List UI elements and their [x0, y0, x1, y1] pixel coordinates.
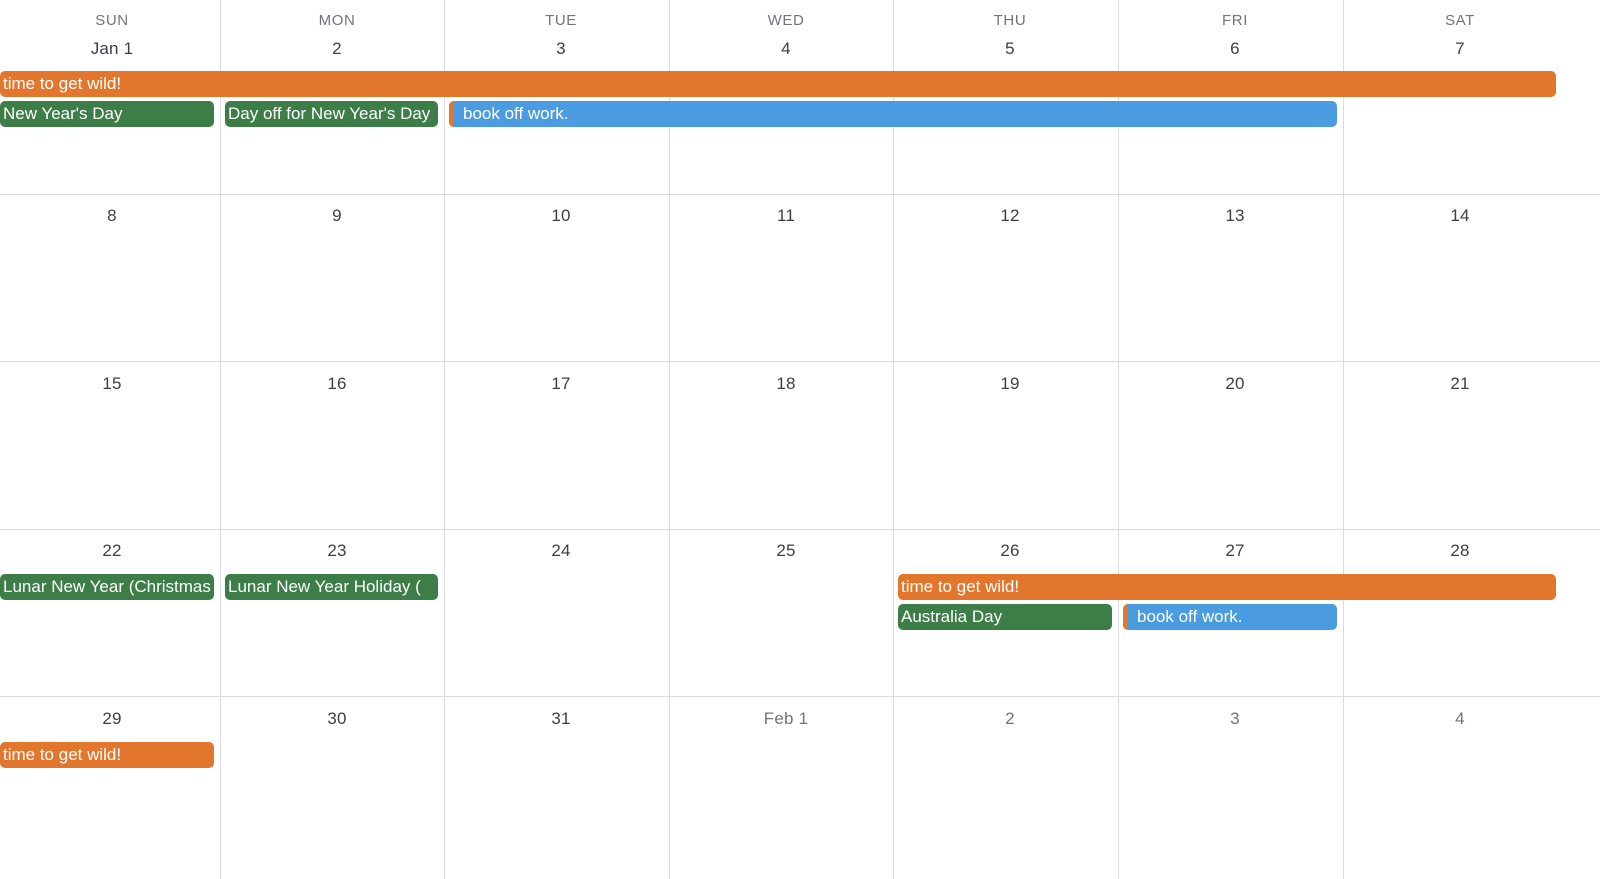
event-title: book off work. [1137, 607, 1243, 626]
day-number[interactable]: 25 [674, 541, 898, 561]
event-chip[interactable]: Lunar New Year (Christmas Island) [0, 574, 214, 600]
day-number[interactable]: 23 [225, 541, 449, 561]
weekday-header-wed: WED [767, 12, 805, 29]
weekday-header-tue: TUE [545, 12, 577, 29]
day-number[interactable]: 22 [0, 541, 224, 561]
day-number[interactable]: 17 [449, 374, 673, 394]
day-number[interactable]: 9 [225, 206, 449, 226]
event-title: Lunar New Year Holiday ( [228, 577, 421, 596]
day-number[interactable]: 11 [674, 206, 898, 226]
event-chip[interactable]: time to get wild! [0, 71, 1556, 97]
row-divider [0, 361, 1600, 362]
event-chip[interactable]: time to get wild! [898, 574, 1556, 600]
day-number[interactable]: 21 [1348, 374, 1572, 394]
day-number[interactable]: 31 [449, 709, 673, 729]
day-number[interactable]: Jan 1 [0, 39, 224, 59]
day-number[interactable]: 16 [225, 374, 449, 394]
day-number[interactable]: Feb 1 [674, 709, 898, 729]
row-divider [0, 194, 1600, 195]
event-chip[interactable]: Australia Day [898, 604, 1112, 630]
event-chip[interactable]: book off work. [449, 101, 1337, 127]
day-number[interactable]: 2 [225, 39, 449, 59]
day-number[interactable]: 3 [449, 39, 673, 59]
weekday-header-thu: THU [993, 12, 1027, 29]
row-divider [0, 529, 1600, 530]
event-title: Day off for New Year's Day [228, 104, 431, 123]
month-grid: SUN MON TUE WED THU FRI SAT Jan 1 2 3 4 5 6 7 8 9 10 11 12… [0, 0, 1600, 879]
day-number[interactable]: 12 [898, 206, 1122, 226]
event-chip[interactable]: time to get wild! [0, 742, 214, 768]
day-number[interactable]: 10 [449, 206, 673, 226]
event-title: Australia Day [901, 607, 1003, 626]
day-number[interactable]: 29 [0, 709, 224, 729]
event-title: time to get wild! [3, 74, 122, 93]
column-divider [220, 0, 221, 879]
day-number[interactable]: 24 [449, 541, 673, 561]
event-title: book off work. [463, 104, 569, 123]
day-number[interactable]: 3 [1123, 709, 1347, 729]
day-number[interactable]: 20 [1123, 374, 1347, 394]
event-chip[interactable]: Day off for New Year's Day [225, 101, 438, 127]
day-number[interactable]: 27 [1123, 541, 1347, 561]
event-chip[interactable]: book off work. [1123, 604, 1337, 630]
day-number[interactable]: 2 [898, 709, 1122, 729]
day-number[interactable]: 28 [1348, 541, 1572, 561]
column-divider [893, 0, 894, 879]
event-color-stripe [1123, 604, 1128, 630]
column-divider [1343, 0, 1344, 879]
day-number[interactable]: 13 [1123, 206, 1347, 226]
column-divider [669, 0, 670, 879]
event-chip[interactable]: Lunar New Year Holiday ( [225, 574, 438, 600]
weekday-header-sat: SAT [1445, 12, 1475, 29]
weekday-header-sun: SUN [95, 12, 129, 29]
column-divider [444, 0, 445, 879]
day-number[interactable]: 6 [1123, 39, 1347, 59]
event-chip[interactable]: New Year's Day [0, 101, 214, 127]
day-number[interactable]: 18 [674, 374, 898, 394]
row-divider [0, 696, 1600, 697]
day-number[interactable]: 26 [898, 541, 1122, 561]
day-number[interactable]: 19 [898, 374, 1122, 394]
event-title: Lunar New Year (Christmas Island) [3, 577, 214, 596]
day-number[interactable]: 7 [1348, 39, 1572, 59]
event-title: time to get wild! [3, 745, 122, 764]
weekday-header-mon: MON [318, 12, 356, 29]
day-number[interactable]: 15 [0, 374, 224, 394]
event-color-stripe [449, 101, 454, 127]
day-number[interactable]: 8 [0, 206, 224, 226]
day-number[interactable]: 5 [898, 39, 1122, 59]
column-divider [1118, 0, 1119, 879]
day-number[interactable]: 14 [1348, 206, 1572, 226]
day-number[interactable]: 4 [1348, 709, 1572, 729]
event-title: New Year's Day [3, 104, 123, 123]
event-title: time to get wild! [901, 577, 1020, 596]
weekday-header-fri: FRI [1222, 12, 1248, 29]
day-number[interactable]: 4 [674, 39, 898, 59]
day-number[interactable]: 30 [225, 709, 449, 729]
